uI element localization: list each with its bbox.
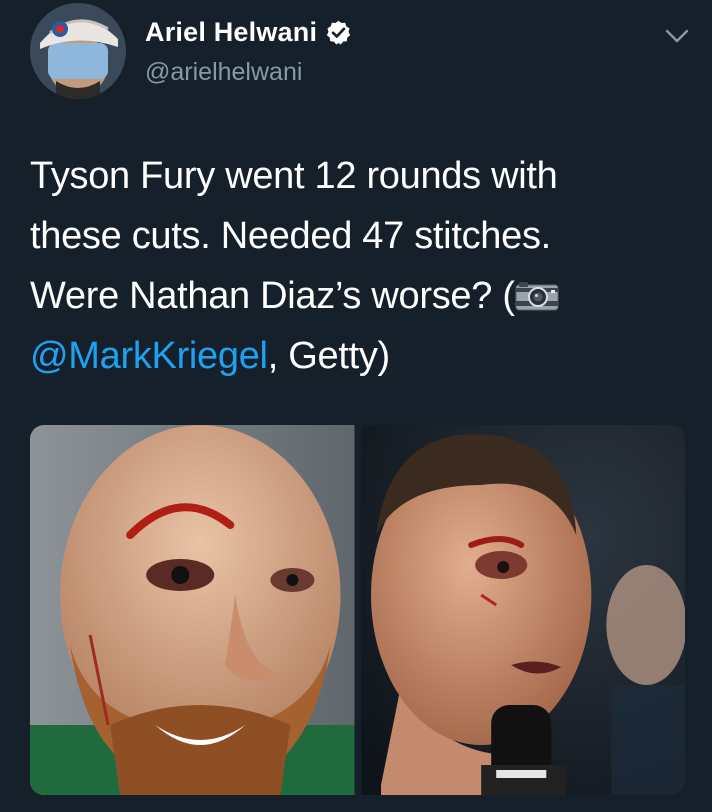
author-handle[interactable]: @arielhelwani	[145, 58, 302, 87]
tweet-text-line-3-text: Were Nathan Diaz’s worse? (	[30, 275, 515, 317]
tweet-text-line-4-text: , Getty)	[267, 335, 390, 377]
media-grid[interactable]	[30, 425, 685, 795]
author-display-name[interactable]: Ariel Helwani	[145, 17, 317, 48]
tweet-text-line-4: @MarkKriegel, Getty)	[30, 326, 670, 386]
mention-link[interactable]: @MarkKriegel	[30, 335, 268, 377]
tweet-card: Ariel Helwani @arielhelwani Tyson Fury w…	[0, 0, 712, 812]
verified-badge-icon	[326, 20, 351, 45]
tweet-text: Tyson Fury went 12 rounds with these cut…	[30, 146, 670, 386]
nathan-diaz-cut-photo[interactable]	[360, 425, 685, 795]
tweet-text-line-2: these cuts. Needed 47 stitches.	[30, 215, 551, 257]
tyson-fury-cut-photo[interactable]	[30, 425, 355, 795]
tweet-text-line-1: Tyson Fury went 12 rounds with	[30, 155, 558, 197]
chevron-down-icon[interactable]	[664, 26, 690, 46]
avatar[interactable]	[30, 3, 126, 99]
author-name-row: Ariel Helwani	[145, 17, 352, 48]
tweet-text-line-3: Were Nathan Diaz’s worse? (	[30, 266, 670, 326]
camera-icon	[515, 282, 559, 311]
